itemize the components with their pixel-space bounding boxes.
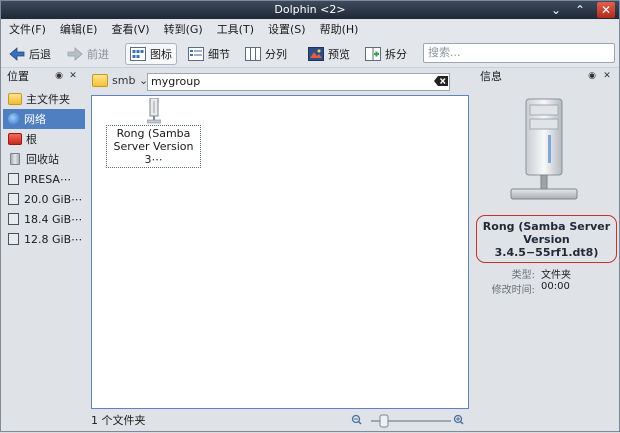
trash-icon <box>10 153 20 165</box>
menu-help[interactable]: 帮助(H) <box>313 20 366 40</box>
menu-view[interactable]: 查看(V) <box>104 20 156 40</box>
panel-close-icon[interactable]: ✕ <box>601 70 613 82</box>
place-network[interactable]: 网络 <box>3 109 85 129</box>
place-label: PRESA⋯ <box>24 172 71 186</box>
panel-float-icon[interactable]: ◉ <box>586 70 598 82</box>
menu-settings[interactable]: 设置(S) <box>261 20 313 40</box>
drive-icon <box>8 193 19 205</box>
panel-close-icon[interactable]: ✕ <box>67 70 79 82</box>
info-header: 信息 ◉ ✕ <box>476 69 617 85</box>
place-label: 网络 <box>24 113 46 126</box>
place-label: 12.8 GiB⋯ <box>24 232 83 246</box>
network-globe-icon <box>8 113 20 125</box>
info-title: 信息 <box>480 70 502 83</box>
menu-tools[interactable]: 工具(T) <box>210 20 261 40</box>
zoom-slider-handle[interactable] <box>379 414 389 428</box>
places-panel: 位置 ◉ ✕ 主文件夹 网络 根 回收站 PRESA⋯ 20.0 GiB⋯ 18… <box>3 69 85 409</box>
split-icon <box>365 46 381 62</box>
columns-view-icon <box>245 46 261 62</box>
place-label: 20.0 GiB⋯ <box>24 192 83 206</box>
type-value: 文件夹 <box>541 270 571 281</box>
place-label: 18.4 GiB⋯ <box>24 212 83 226</box>
place-device-20gib[interactable]: 20.0 GiB⋯ <box>3 189 85 209</box>
search-input[interactable]: 搜索... <box>423 43 615 63</box>
place-label: 回收站 <box>26 153 59 166</box>
dolphin-window: Dolphin <2> ⌄ ⌃ ✕ 文件(F) 编辑(E) 查看(V) 转到(G… <box>0 0 620 432</box>
details-view-icon <box>188 46 204 62</box>
zoom-control <box>351 412 467 430</box>
split-button[interactable]: 拆分 <box>361 43 411 65</box>
forward-label: 前进 <box>87 48 109 61</box>
home-folder-icon <box>8 93 22 105</box>
place-device-presa[interactable]: PRESA⋯ <box>3 169 85 189</box>
panel-float-icon[interactable]: ◉ <box>53 70 65 82</box>
preview-icon <box>308 46 324 62</box>
place-device-12gib[interactable]: 12.8 GiB⋯ <box>3 229 85 249</box>
place-home[interactable]: 主文件夹 <box>3 89 85 109</box>
places-title: 位置 <box>7 70 29 83</box>
drive-icon <box>8 213 19 225</box>
icons-label: 图标 <box>150 48 172 61</box>
window-title: Dolphin <2> <box>274 3 346 16</box>
menu-file[interactable]: 文件(F) <box>7 20 53 40</box>
server-icon <box>146 97 161 124</box>
info-file-name: Rong (Samba Server Version 3.4.5−55rf1.d… <box>476 215 617 263</box>
icons-view-button[interactable]: 图标 <box>125 43 177 65</box>
file-view[interactable]: Rong (Samba Server Version 3⋯ <box>91 95 469 409</box>
menu-go[interactable]: 转到(G) <box>157 20 210 40</box>
modified-value: 00:00 <box>541 281 570 292</box>
info-panel: 信息 ◉ ✕ Rong (Samba Server Version 3.4.5−… <box>476 69 617 409</box>
details-view-button[interactable]: 细节 <box>184 43 234 65</box>
places-header: 位置 ◉ ✕ <box>3 69 85 85</box>
location-input[interactable]: mygroup <box>147 73 450 91</box>
drive-icon <box>8 233 19 245</box>
zoom-out-icon[interactable] <box>351 414 362 425</box>
file-item[interactable]: Rong (Samba Server Version 3⋯ <box>106 97 201 168</box>
menu-bar: 文件(F) 编辑(E) 查看(V) 转到(G) 工具(T) 设置(S) 帮助(H… <box>1 20 619 40</box>
type-label: 类型: <box>511 270 535 281</box>
title-bar[interactable]: Dolphin <2> ⌄ ⌃ ✕ <box>1 1 619 19</box>
icon-view-icon <box>130 46 146 62</box>
modified-label: 修改时间: <box>491 285 535 296</box>
forward-button[interactable]: 前进 <box>63 43 113 65</box>
preview-button[interactable]: 预览 <box>304 43 354 65</box>
columns-view-button[interactable]: 分列 <box>241 43 291 65</box>
folder-icon <box>92 74 108 87</box>
info-metadata: 类型: 文件夹 修改时间: 00:00 <box>476 266 617 296</box>
file-name: Rong (Samba Server Version 3⋯ <box>106 125 201 168</box>
close-icon[interactable]: ✕ <box>597 2 615 18</box>
breadcrumb-smb[interactable]: smb ⌄ <box>112 73 148 89</box>
preview-label: 预览 <box>328 48 350 61</box>
minimize-icon[interactable]: ⌄ <box>547 2 565 18</box>
clear-location-icon[interactable] <box>434 76 448 90</box>
back-button[interactable]: 后退 <box>5 43 55 65</box>
zoom-in-icon[interactable] <box>453 414 464 425</box>
root-folder-icon <box>8 133 22 145</box>
location-bar: smb ⌄ mygroup <box>89 71 472 91</box>
back-arrow-icon <box>9 46 25 62</box>
drive-icon <box>8 173 19 185</box>
place-label: 主文件夹 <box>26 93 70 106</box>
server-preview-icon <box>510 97 578 213</box>
place-trash[interactable]: 回收站 <box>3 149 85 169</box>
back-label: 后退 <box>29 48 51 61</box>
details-label: 细节 <box>208 48 230 61</box>
place-root[interactable]: 根 <box>3 129 85 149</box>
forward-arrow-icon <box>67 46 83 62</box>
main-view-area: smb ⌄ mygroup Rong (Samba Server Version… <box>89 69 472 431</box>
split-label: 拆分 <box>385 48 407 61</box>
menu-edit[interactable]: 编辑(E) <box>53 20 105 40</box>
maximize-icon[interactable]: ⌃ <box>571 2 589 18</box>
place-label: 根 <box>26 133 37 146</box>
columns-label: 分列 <box>265 48 287 61</box>
place-device-18gib[interactable]: 18.4 GiB⋯ <box>3 209 85 229</box>
